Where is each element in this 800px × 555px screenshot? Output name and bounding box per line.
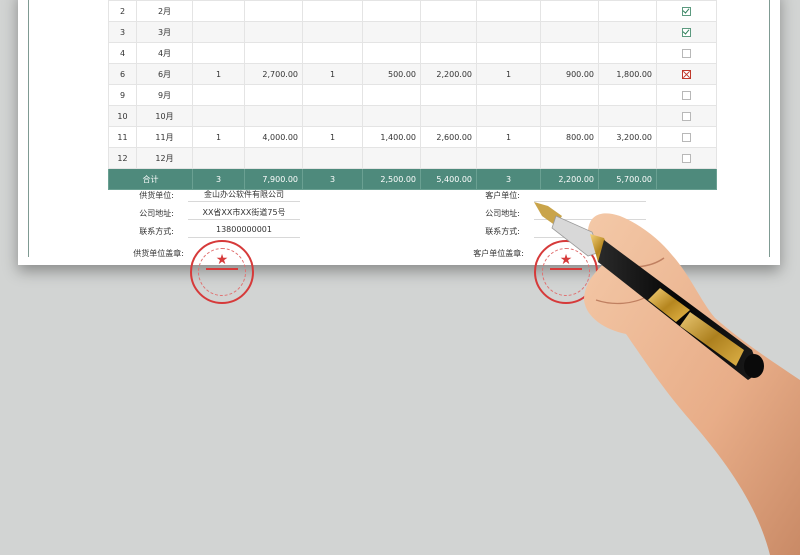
supplier-address-label: 公司地址: <box>139 209 174 218</box>
supplier-seal-label: 供货单位盖章: <box>133 249 184 258</box>
supplier-address-field[interactable]: XX省XX市XX街道75号 <box>188 207 300 220</box>
supplier-info: 供货单位: 金山办公软件有限公司 公司地址: XX省XX市XX街道75号 联系方… <box>28 0 768 304</box>
customer-contact-label: 联系方式: <box>485 227 520 236</box>
customer-unit-label: 客户单位: <box>485 191 520 200</box>
supplier-unit-field[interactable]: 金山办公软件有限公司 <box>188 189 300 202</box>
customer-contact-field[interactable] <box>534 225 646 238</box>
supplier-contact-field[interactable]: 13800000001 <box>188 225 300 238</box>
customer-address-label: 公司地址: <box>485 209 520 218</box>
supplier-contact-label: 联系方式: <box>139 227 174 236</box>
customer-seal-stamp: ★ <box>534 240 598 304</box>
supplier-unit-label: 供货单位: <box>139 191 174 200</box>
customer-seal-label: 客户单位盖章: <box>473 249 524 258</box>
spreadsheet-page: 2 2月 3 3月 4 4月 6 6月 1 2,700.00 1 500.00 2,200.00 1 900… <box>18 0 780 304</box>
supplier-seal-stamp: ★ <box>190 240 254 304</box>
sheet-content: 2 2月 3 3月 4 4月 6 6月 1 2,700.00 1 500.00 2,200.00 1 900… <box>28 0 770 304</box>
customer-address-field[interactable] <box>534 207 646 220</box>
frame-border-right <box>769 0 770 257</box>
customer-unit-field[interactable] <box>534 189 646 202</box>
